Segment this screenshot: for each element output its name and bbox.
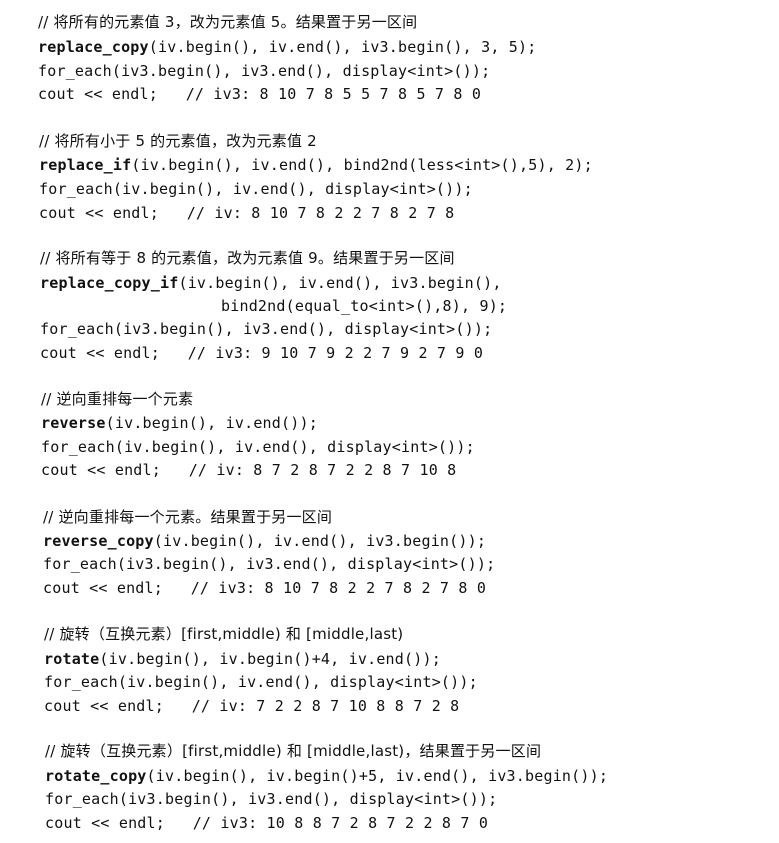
code-line: bind2nd(equal_to<int>(),8), 9); (221, 297, 508, 315)
code-line: cout << endl; // iv: 8 10 7 8 2 2 7 8 2 … (39, 204, 455, 222)
code-line: for_each(iv.begin(), iv.end(), display<i… (44, 673, 478, 691)
code-line: rotate(iv.begin(), iv.begin()+4, iv.end(… (44, 650, 441, 668)
code-line: for_each(iv3.begin(), iv3.end(), display… (45, 790, 498, 808)
function-name: rotate_copy (45, 767, 147, 785)
function-name: rotate (44, 650, 100, 668)
code-comment: // 逆向重排每一个元素。结果置于另一区间 (43, 508, 333, 526)
code-line: cout << endl; // iv3: 10 8 8 7 2 8 7 2 2… (45, 814, 489, 832)
code-line: for_each(iv3.begin(), iv3.end(), display… (38, 62, 491, 80)
code-line: cout << endl; // iv3: 8 10 7 8 5 5 7 8 5… (38, 85, 482, 103)
code-line: cout << endl; // iv: 7 2 2 8 7 10 8 8 7 … (44, 697, 460, 715)
code-comment: // 将所有小于 5 的元素值，改为元素值 2 (39, 132, 317, 150)
code-comment: // 逆向重排每一个元素 (41, 390, 194, 408)
function-args: (iv.begin(), iv.end(), iv3.begin(), (178, 274, 502, 292)
function-args: (iv.begin(), iv.end(), bind2nd(less<int>… (131, 156, 593, 174)
function-name: replace_copy_if (40, 274, 179, 292)
function-name: replace_if (39, 156, 132, 174)
function-args: (iv.begin(), iv.end()); (105, 414, 318, 432)
code-line: cout << endl; // iv: 8 7 2 8 7 2 2 8 7 1… (41, 461, 457, 479)
code-line: replace_copy(iv.begin(), iv.end(), iv3.b… (38, 38, 536, 56)
code-line: cout << endl; // iv3: 9 10 7 9 2 2 7 9 2… (40, 344, 484, 362)
code-line: rotate_copy(iv.begin(), iv.begin()+5, iv… (45, 767, 608, 785)
code-line: replace_if(iv.begin(), iv.end(), bind2nd… (39, 156, 593, 174)
function-args: (iv.begin(), iv.end(), iv3.begin()); (153, 532, 487, 550)
code-line: replace_copy_if(iv.begin(), iv.end(), iv… (40, 274, 502, 292)
code-comment: // 将所有等于 8 的元素值，改为元素值 9。结果置于另一区间 (40, 249, 455, 267)
function-name: reverse_copy (43, 532, 154, 550)
code-line: for_each(iv3.begin(), iv3.end(), display… (43, 555, 496, 573)
code-comment: // 旋转（互换元素）[first,middle) 和 [middle,last… (45, 742, 542, 760)
function-args: (iv.begin(), iv.begin()+5, iv.end(), iv3… (146, 767, 609, 785)
function-name: replace_copy (38, 38, 149, 56)
code-comment: // 将所有的元素值 3，改为元素值 5。结果置于另一区间 (38, 13, 418, 31)
code-line: reverse_copy(iv.begin(), iv.end(), iv3.b… (43, 532, 486, 550)
code-line: for_each(iv.begin(), iv.end(), display<i… (41, 438, 475, 456)
function-name: reverse (41, 414, 106, 432)
function-args: (iv.begin(), iv.end(), iv3.begin(), 3, 5… (148, 38, 537, 56)
code-line: for_each(iv3.begin(), iv3.end(), display… (40, 320, 493, 338)
code-line: reverse(iv.begin(), iv.end()); (41, 414, 318, 432)
function-args: (iv.begin(), iv.begin()+4, iv.end()); (99, 650, 441, 668)
code-comment: // 旋转（互换元素）[first,middle) 和 [middle,last… (44, 625, 404, 643)
code-line: cout << endl; // iv3: 8 10 7 8 2 2 7 8 2… (43, 579, 487, 597)
code-page: // 将所有的元素值 3，改为元素值 5。结果置于另一区间 replace_co… (0, 0, 779, 843)
code-line: for_each(iv.begin(), iv.end(), display<i… (39, 180, 473, 198)
